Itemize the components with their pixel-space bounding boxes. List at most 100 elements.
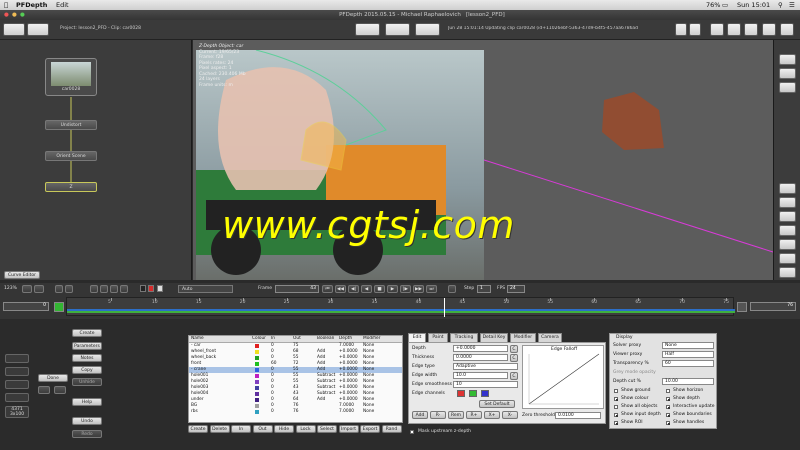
curve-editor-button[interactable]: Curve Editor [4,271,40,279]
color-swatch-red[interactable] [148,285,154,292]
playhead[interactable] [444,298,446,317]
channel-blue-toggle[interactable] [481,390,489,397]
frame-input[interactable]: 43 [275,285,319,293]
checkbox-show-depth[interactable] [666,397,670,401]
view-4-button[interactable] [120,285,128,293]
view-camera-button[interactable] [355,23,380,36]
shape-button-4[interactable]: X+ [484,411,500,419]
end-keyframe-marker[interactable] [737,302,747,312]
checkbox-interactive-update[interactable] [666,405,670,409]
checkbox-show-all-objects[interactable] [614,405,618,409]
object-table[interactable]: Name Colour In Out Boolean Depth Modifie… [188,335,403,423]
color-swatch-white[interactable] [157,285,163,292]
end-frame-input[interactable]: 76 [750,302,796,311]
thickness-c-button[interactable]: C [510,354,518,362]
view-mask-button[interactable] [779,68,796,79]
undo-button[interactable]: Undo [72,417,102,425]
shape-button-3[interactable]: R+ [466,411,482,419]
start-keyframe-marker[interactable] [54,302,64,312]
notes-tab-button[interactable]: Notes [72,354,102,362]
colour-swatch[interactable] [255,398,259,402]
list-icon[interactable]: ☰ [789,1,795,9]
render-button[interactable] [762,23,776,36]
colour-swatch[interactable] [255,374,259,378]
z-depth-node[interactable]: Z [45,182,97,192]
slider-tool-1[interactable] [5,354,29,363]
orient-scene-node[interactable]: Orient Scene [45,151,97,161]
edge-type-select[interactable]: Adaptive [453,363,518,370]
colour-swatch[interactable] [255,404,259,408]
first-button[interactable]: ⏮ [322,285,333,293]
slider-tool-4[interactable] [5,393,29,402]
tab-modifier[interactable]: Modifier [510,333,536,342]
play-back-button[interactable]: ◀ [361,285,372,293]
solver-proxy-select[interactable]: None [662,342,714,349]
tab-edit[interactable]: Edit [408,333,426,342]
tab-detail-key[interactable]: Detail Key [480,333,508,342]
table-button-in[interactable]: In [231,425,251,433]
colour-swatch[interactable] [255,350,259,354]
done-button[interactable]: Done [38,374,68,382]
undistort-node[interactable]: Undistort [45,120,97,130]
colour-swatch[interactable] [255,356,259,360]
tool-move-button[interactable] [779,197,796,208]
last-button[interactable]: ⏭ [426,285,437,293]
shape-button-5[interactable]: X- [502,411,518,419]
step-input[interactable]: 1 [477,285,491,293]
tab-camera[interactable]: Camera [538,333,562,342]
menu-edit[interactable]: Edit [56,1,69,9]
tab-tracking[interactable]: Tracking [450,333,478,342]
depth-c-button[interactable]: C [510,345,518,353]
search-icon[interactable]: ⚲ [778,1,783,9]
color-swatch-black[interactable] [140,285,146,292]
checkbox-show-colour[interactable] [614,397,618,401]
channel-red-toggle[interactable] [457,390,465,397]
snapshot-button[interactable] [710,23,724,36]
colour-swatch[interactable] [255,344,259,348]
settings-button[interactable] [780,23,794,36]
table-button-out[interactable]: Out [252,425,273,433]
slider-tool-2[interactable] [5,367,29,376]
view-split-button[interactable] [415,23,440,36]
zoom-out-button[interactable] [22,285,32,293]
node-tool-button[interactable] [3,23,25,36]
tool-freehand-button[interactable] [779,225,796,236]
parameters-tab-button[interactable]: Parameters [72,342,102,350]
table-button-select[interactable]: Select [317,425,337,433]
checkbox-show-handles[interactable] [666,421,670,425]
unhide-button[interactable]: Unhide [72,378,102,386]
checkbox-show-horizon[interactable] [666,389,670,393]
channel-2-button[interactable] [65,285,73,293]
view-grid-button[interactable] [779,54,796,65]
tool-erase-button[interactable] [779,253,796,264]
menu-app[interactable]: PFDepth [16,1,47,9]
play-button[interactable]: ▶ [387,285,398,293]
edge-smooth-input[interactable]: 10 [453,381,518,388]
depth-input[interactable]: +0.0000 [453,345,508,352]
shape-button-1[interactable]: R- [430,411,446,419]
redo-button[interactable]: Redo [72,430,102,438]
edge-falloff-graph[interactable]: Edge Falloff [522,345,604,409]
view-rotate-button[interactable] [385,23,410,36]
depth-cut-input[interactable]: 10.00 [662,378,714,385]
table-button-delete[interactable]: Delete [209,425,230,433]
zoom-in-button[interactable] [34,285,44,293]
set-default-button[interactable]: Set Default [479,400,515,408]
table-row[interactable]: rbs 0 76 7.0000 None [189,409,402,415]
edge-width-c-button[interactable]: C [510,372,518,380]
tool-select-button[interactable] [779,183,796,194]
prev-key-button[interactable]: ◀◀ [335,285,346,293]
colour-swatch[interactable] [255,386,259,390]
colour-swatch[interactable] [255,362,259,366]
help-button[interactable]: Help [72,398,102,406]
shape-button-0[interactable]: Add [412,411,428,419]
tool-key-button[interactable] [779,267,796,278]
minimize-window-icon[interactable]: ● [12,10,17,20]
mode-select[interactable]: Auto [178,285,233,293]
apple-icon[interactable]:  [4,1,8,9]
checkbox-show-roi[interactable] [614,421,618,425]
colour-swatch[interactable] [255,368,259,372]
close-window-icon[interactable]: ● [4,10,9,20]
viewer-proxy-select[interactable]: Half [662,351,714,358]
transparency-input[interactable]: 60 [662,360,714,367]
